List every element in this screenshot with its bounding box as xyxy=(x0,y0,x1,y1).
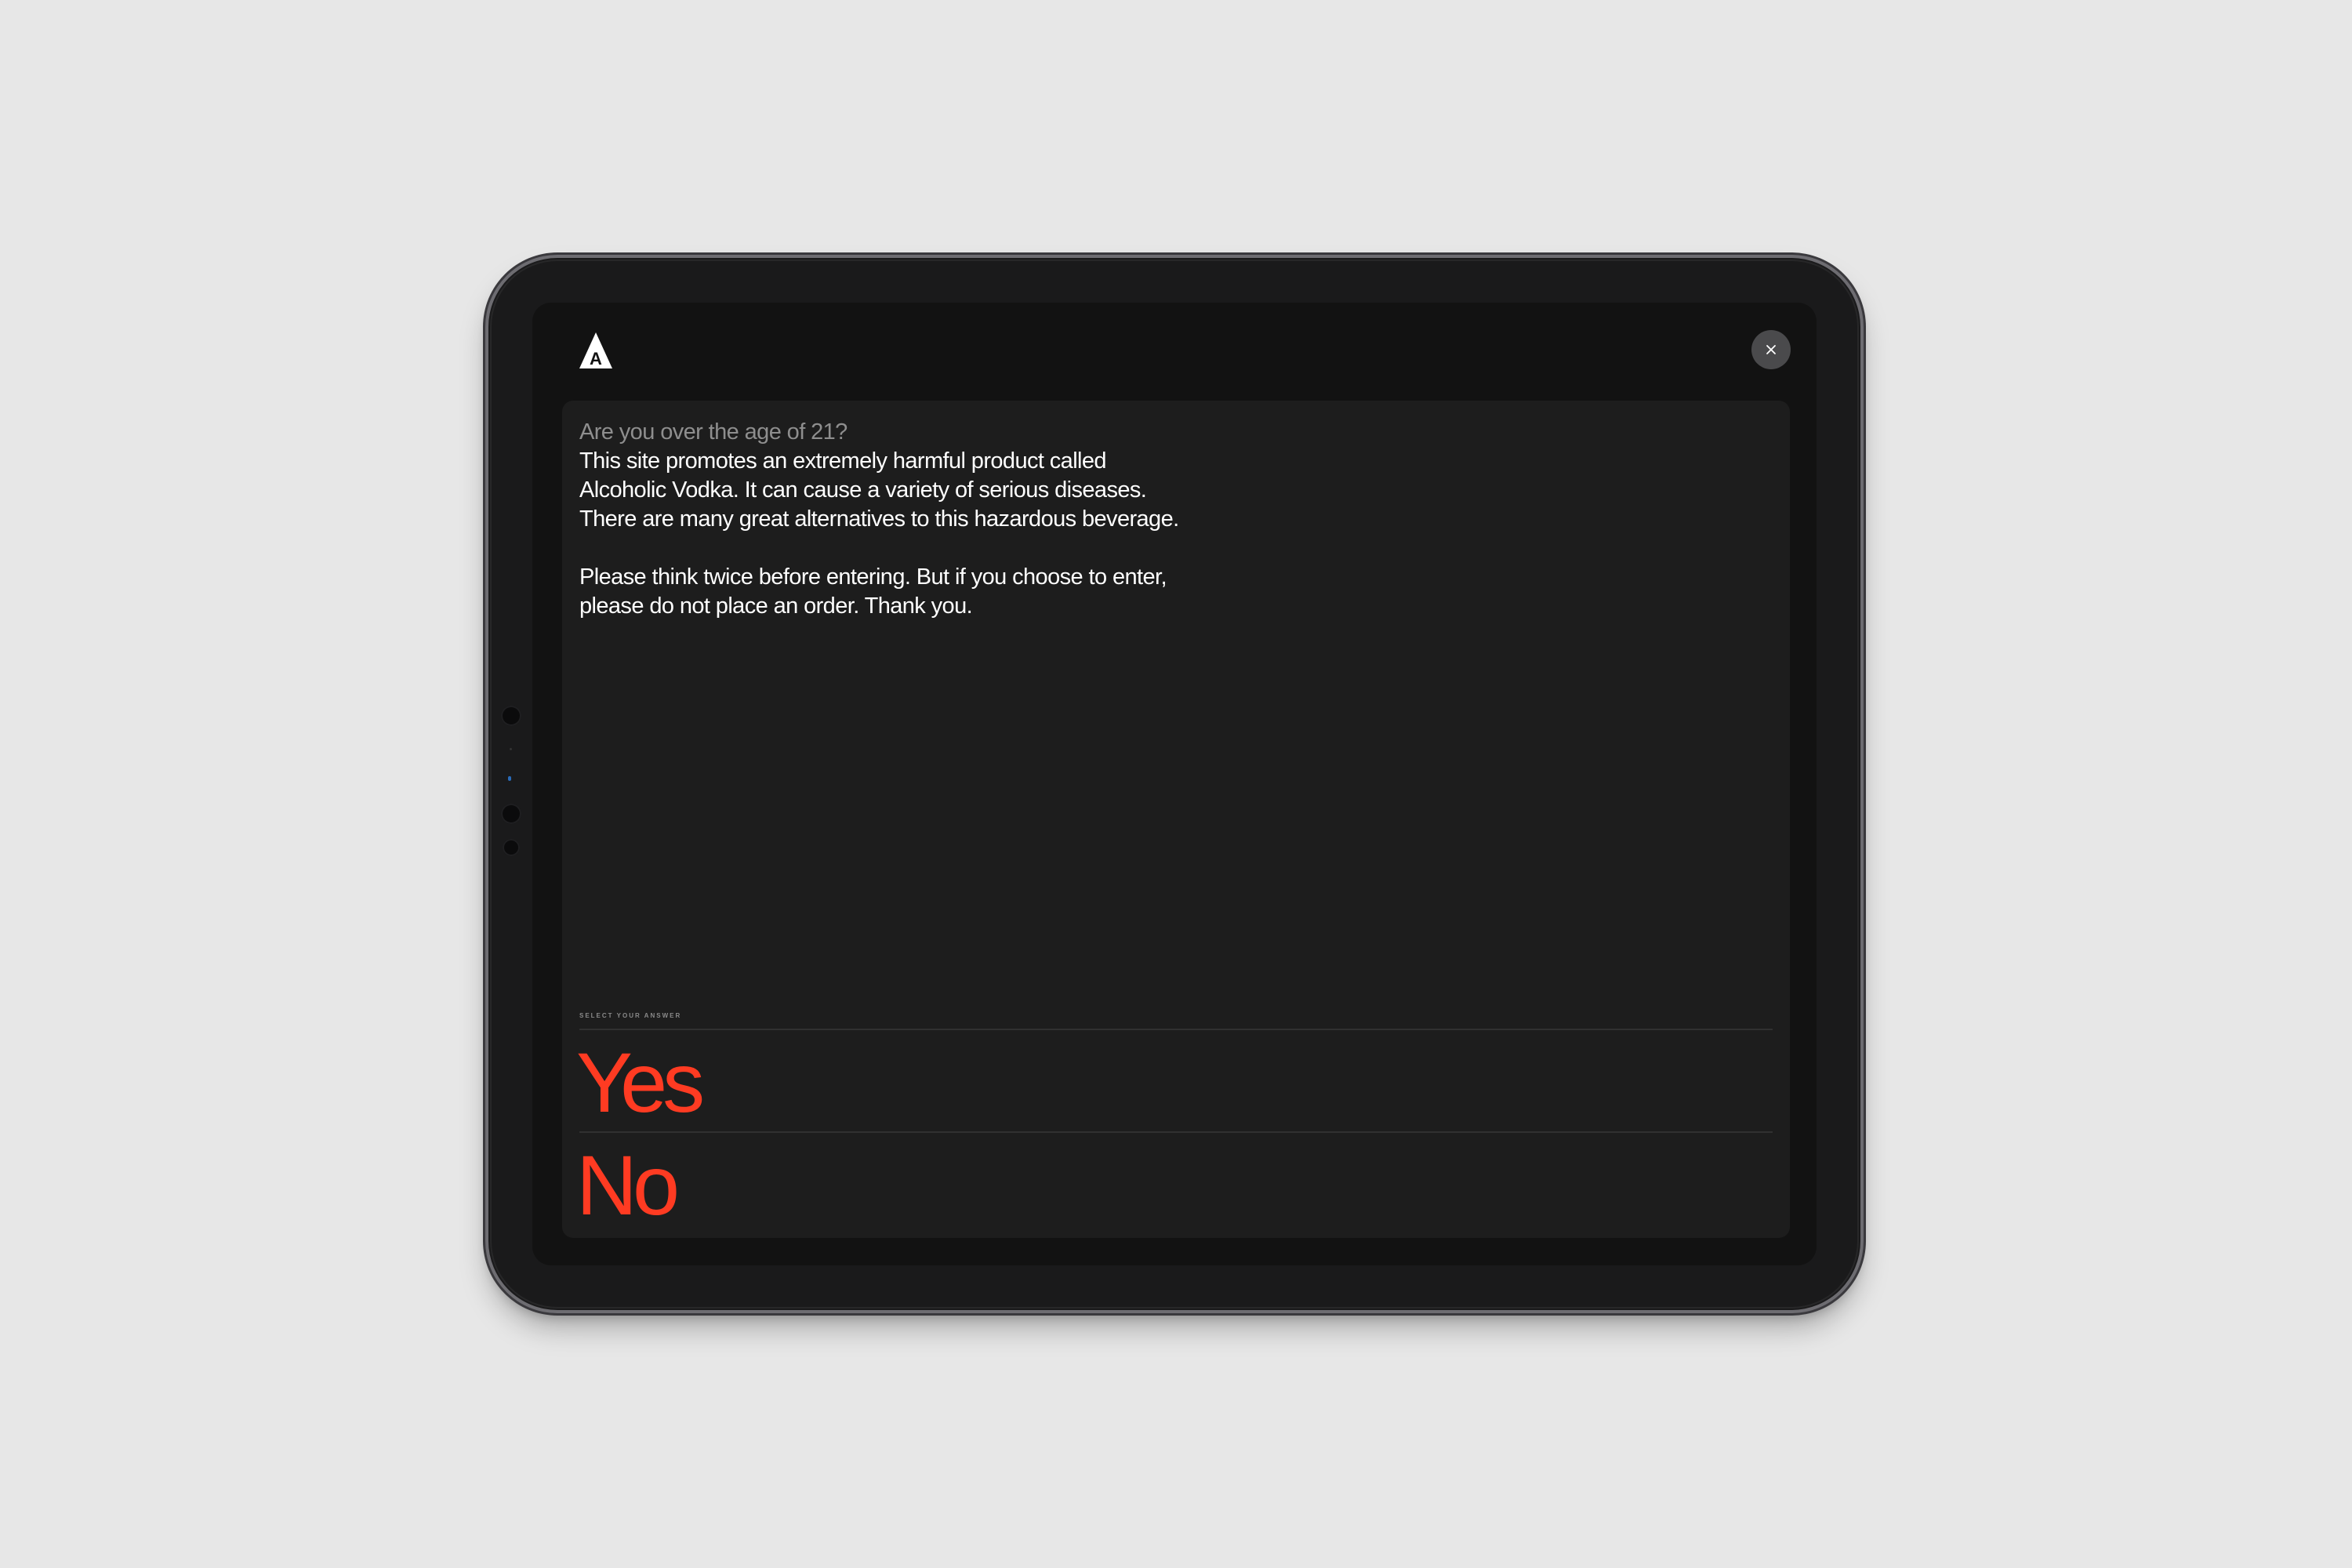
yes-button[interactable]: Yes xyxy=(576,1036,705,1129)
warning-line: This site promotes an extremely harmful … xyxy=(579,448,1107,474)
close-icon xyxy=(1766,345,1776,354)
triangle-a-logo-icon: A xyxy=(578,331,614,370)
device-sensor xyxy=(501,804,521,824)
warning-line: Please think twice before entering. But … xyxy=(579,564,1167,590)
divider xyxy=(579,1029,1773,1030)
age-question: Are you over the age of 21? xyxy=(579,419,848,445)
answer-prompt-label: SELECT YOUR ANSWER xyxy=(579,1012,682,1019)
age-gate-panel: Are you over the age of 21? This site pr… xyxy=(562,401,1790,1238)
tablet-device: A Are you over the age of 21? This site … xyxy=(488,258,1860,1310)
divider xyxy=(579,1131,1773,1133)
device-sensor xyxy=(503,839,520,856)
warning-line: please do not place an order. Thank you. xyxy=(579,593,973,619)
warning-line: Alcoholic Vodka. It can cause a variety … xyxy=(579,477,1147,503)
close-button[interactable] xyxy=(1751,330,1791,369)
device-sensor xyxy=(510,748,512,750)
no-button[interactable]: No xyxy=(576,1139,680,1232)
camera-lens xyxy=(508,776,511,781)
warning-line: There are many great alternatives to thi… xyxy=(579,506,1179,532)
svg-text:A: A xyxy=(590,349,602,368)
device-sensor xyxy=(501,706,521,726)
tablet-screen: A Are you over the age of 21? This site … xyxy=(532,303,1817,1265)
warning-text: This site promotes an extremely harmful … xyxy=(579,447,1179,621)
